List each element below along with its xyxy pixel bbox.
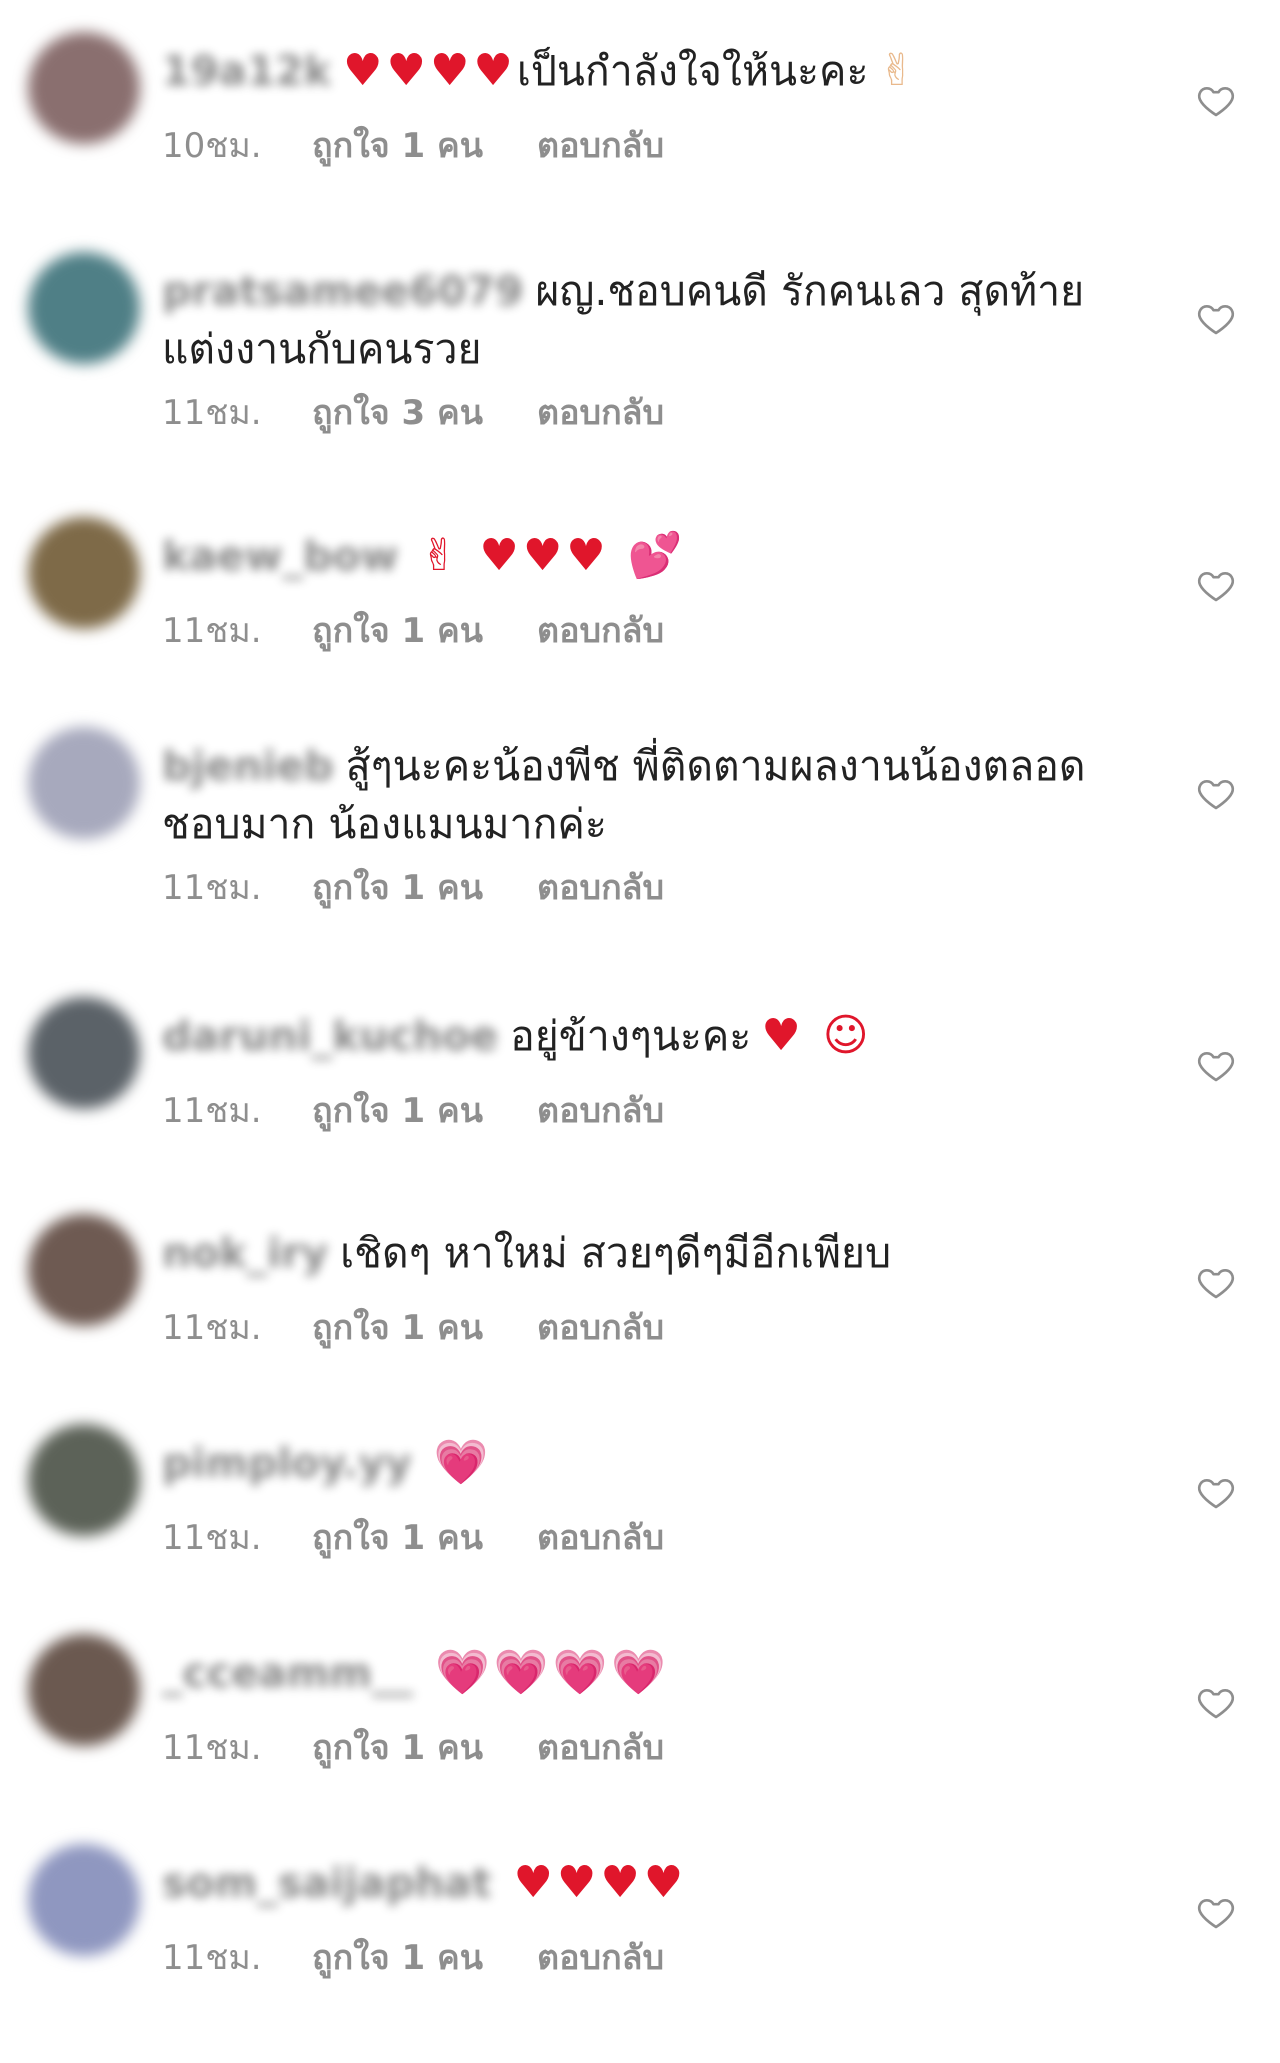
comment-item: som_saijaphat ♥♥♥♥ 11ชม. ถูกใจ 1 คน ตอบกลับ <box>0 1842 1280 2032</box>
comment-text: daruni_kuchoe อยู่ข้างๆนะคะ ♥ ☺ <box>162 1007 1122 1065</box>
emoji: ✌ ♥♥♥ 💕 <box>420 530 687 581</box>
avatar[interactable] <box>28 32 140 144</box>
username[interactable]: 19a12k <box>162 47 331 95</box>
comment-text: nok_iry เชิดๆ หาใหม่ สวยๆดีๆมีอีกเพียบ <box>162 1224 1122 1282</box>
like-count[interactable]: ถูกใจ 1 คน <box>312 1300 537 1354</box>
timestamp: 11ชม. <box>162 1728 262 1768</box>
heart-outline-icon[interactable] <box>1196 1892 1236 1932</box>
timestamp: 10ชม. <box>162 126 262 166</box>
reply-button[interactable]: ตอบกลับ <box>537 860 664 914</box>
comment-meta: 11ชม. ถูกใจ 1 คน ตอบกลับ <box>162 1720 664 1774</box>
heart-outline-icon[interactable] <box>1196 1682 1236 1722</box>
comment-meta: 11ชม. ถูกใจ 1 คน ตอบกลับ <box>162 860 664 914</box>
comment-item: pratsamee6079 ผญ.ชอบคนดี รักคนเลว สุดท้าย… <box>0 250 1280 500</box>
avatar[interactable] <box>28 1634 140 1746</box>
comment-text: som_saijaphat ♥♥♥♥ <box>162 1854 1122 1912</box>
avatar[interactable] <box>28 997 140 1109</box>
username[interactable]: nok_iry <box>162 1229 328 1277</box>
username[interactable]: som_saijaphat <box>162 1859 491 1907</box>
timestamp: 11ชม. <box>162 1518 262 1558</box>
comment-meta: 10ชม. ถูกใจ 1 คน ตอบกลับ <box>162 118 664 172</box>
emoji: 💗 <box>433 1437 493 1488</box>
like-count[interactable]: ถูกใจ 1 คน <box>312 1720 537 1774</box>
timestamp: 11ชม. <box>162 868 262 908</box>
timestamp: 11ชม. <box>162 1091 262 1131</box>
emoji: ♥♥♥♥ <box>513 1857 688 1908</box>
emoji: ♥ ☺ <box>761 1010 873 1061</box>
comment-meta: 11ชม. ถูกใจ 1 คน ตอบกลับ <box>162 1510 664 1564</box>
like-count[interactable]: ถูกใจ 1 คน <box>312 118 537 172</box>
like-count[interactable]: ถูกใจ 1 คน <box>312 860 537 914</box>
heart-outline-icon[interactable] <box>1196 1472 1236 1512</box>
comment-body: เป็นกำลังใจให้นะคะ <box>516 47 869 95</box>
timestamp: 11ชม. <box>162 1938 262 1978</box>
reply-button[interactable]: ตอบกลับ <box>537 603 664 657</box>
username[interactable]: _cceamm__ <box>162 1649 413 1697</box>
comment-item: bjenieb สู้ๆนะคะน้องพีช พี่ติดตามผลงานน้อ… <box>0 725 1280 975</box>
comment-body: อยู่ข้างๆนะคะ <box>510 1012 752 1060</box>
reply-button[interactable]: ตอบกลับ <box>537 1083 664 1137</box>
heart-outline-icon[interactable] <box>1196 1045 1236 1085</box>
comment-item: nok_iry เชิดๆ หาใหม่ สวยๆดีๆมีอีกเพียบ 11ช… <box>0 1212 1280 1402</box>
username[interactable]: kaew_bow <box>162 532 399 580</box>
comment-item: kaew_bow ✌ ♥♥♥ 💕 11ชม. ถูกใจ 1 คน ตอบกลับ <box>0 515 1280 705</box>
like-count[interactable]: ถูกใจ 1 คน <box>312 1510 537 1564</box>
comment-meta: 11ชม. ถูกใจ 1 คน ตอบกลับ <box>162 1930 664 1984</box>
reply-button[interactable]: ตอบกลับ <box>537 118 664 172</box>
timestamp: 11ชม. <box>162 611 262 651</box>
username[interactable]: bjenieb <box>162 742 334 790</box>
like-count[interactable]: ถูกใจ 1 คน <box>312 1930 537 1984</box>
heart-outline-icon[interactable] <box>1196 565 1236 605</box>
comment-meta: 11ชม. ถูกใจ 3 คน ตอบกลับ <box>162 385 664 439</box>
avatar[interactable] <box>28 727 140 839</box>
like-count[interactable]: ถูกใจ 1 คน <box>312 1083 537 1137</box>
comment-meta: 11ชม. ถูกใจ 1 คน ตอบกลับ <box>162 1083 664 1137</box>
comment-text: _cceamm__ 💗💗💗💗 <box>162 1644 1122 1702</box>
timestamp: 11ชม. <box>162 393 262 433</box>
like-count[interactable]: ถูกใจ 1 คน <box>312 603 537 657</box>
comment-body: เชิดๆ หาใหม่ สวยๆดีๆมีอีกเพียบ <box>340 1229 892 1277</box>
heart-outline-icon[interactable] <box>1196 1262 1236 1302</box>
comment-item: 19a12k ♥♥♥♥เป็นกำลังใจให้นะคะ ✌ 10ชม. ถูกใจ … <box>0 30 1280 220</box>
avatar[interactable] <box>28 1844 140 1956</box>
comment-item: _cceamm__ 💗💗💗💗 11ชม. ถูกใจ 1 คน ตอบกลับ <box>0 1632 1280 1822</box>
comment-item: daruni_kuchoe อยู่ข้างๆนะคะ ♥ ☺ 11ชม. ถูกใจ … <box>0 995 1280 1185</box>
heart-outline-icon[interactable] <box>1196 773 1236 813</box>
comment-text: kaew_bow ✌ ♥♥♥ 💕 <box>162 527 1122 585</box>
reply-button[interactable]: ตอบกลับ <box>537 1300 664 1354</box>
heart-outline-icon[interactable] <box>1196 80 1236 120</box>
username[interactable]: pratsamee6079 <box>162 267 523 315</box>
reply-button[interactable]: ตอบกลับ <box>537 1510 664 1564</box>
username[interactable]: pimploy.yy <box>162 1439 412 1487</box>
reply-button[interactable]: ตอบกลับ <box>537 385 664 439</box>
comment-text: pratsamee6079 ผญ.ชอบคนดี รักคนเลว สุดท้าย… <box>162 262 1122 378</box>
comment-item: pimploy.yy 💗 11ชม. ถูกใจ 1 คน ตอบกลับ <box>0 1422 1280 1612</box>
comment-meta: 11ชม. ถูกใจ 1 คน ตอบกลับ <box>162 1300 664 1354</box>
like-count[interactable]: ถูกใจ 3 คน <box>312 385 537 439</box>
avatar[interactable] <box>28 252 140 364</box>
avatar[interactable] <box>28 1424 140 1536</box>
comment-text: 19a12k ♥♥♥♥เป็นกำลังใจให้นะคะ ✌ <box>162 42 1122 100</box>
heart-outline-icon[interactable] <box>1196 298 1236 338</box>
comment-meta: 11ชม. ถูกใจ 1 คน ตอบกลับ <box>162 603 664 657</box>
comment-text: bjenieb สู้ๆนะคะน้องพีช พี่ติดตามผลงานน้อ… <box>162 737 1122 853</box>
emoji: 💗💗💗💗 <box>435 1647 671 1698</box>
emoji: ♥♥♥♥ <box>343 45 517 96</box>
timestamp: 11ชม. <box>162 1308 262 1348</box>
reply-button[interactable]: ตอบกลับ <box>537 1930 664 1984</box>
avatar[interactable] <box>28 517 140 629</box>
comment-text: pimploy.yy 💗 <box>162 1434 1122 1492</box>
emoji: ✌ <box>878 45 920 96</box>
reply-button[interactable]: ตอบกลับ <box>537 1720 664 1774</box>
avatar[interactable] <box>28 1214 140 1326</box>
username[interactable]: daruni_kuchoe <box>162 1012 498 1060</box>
